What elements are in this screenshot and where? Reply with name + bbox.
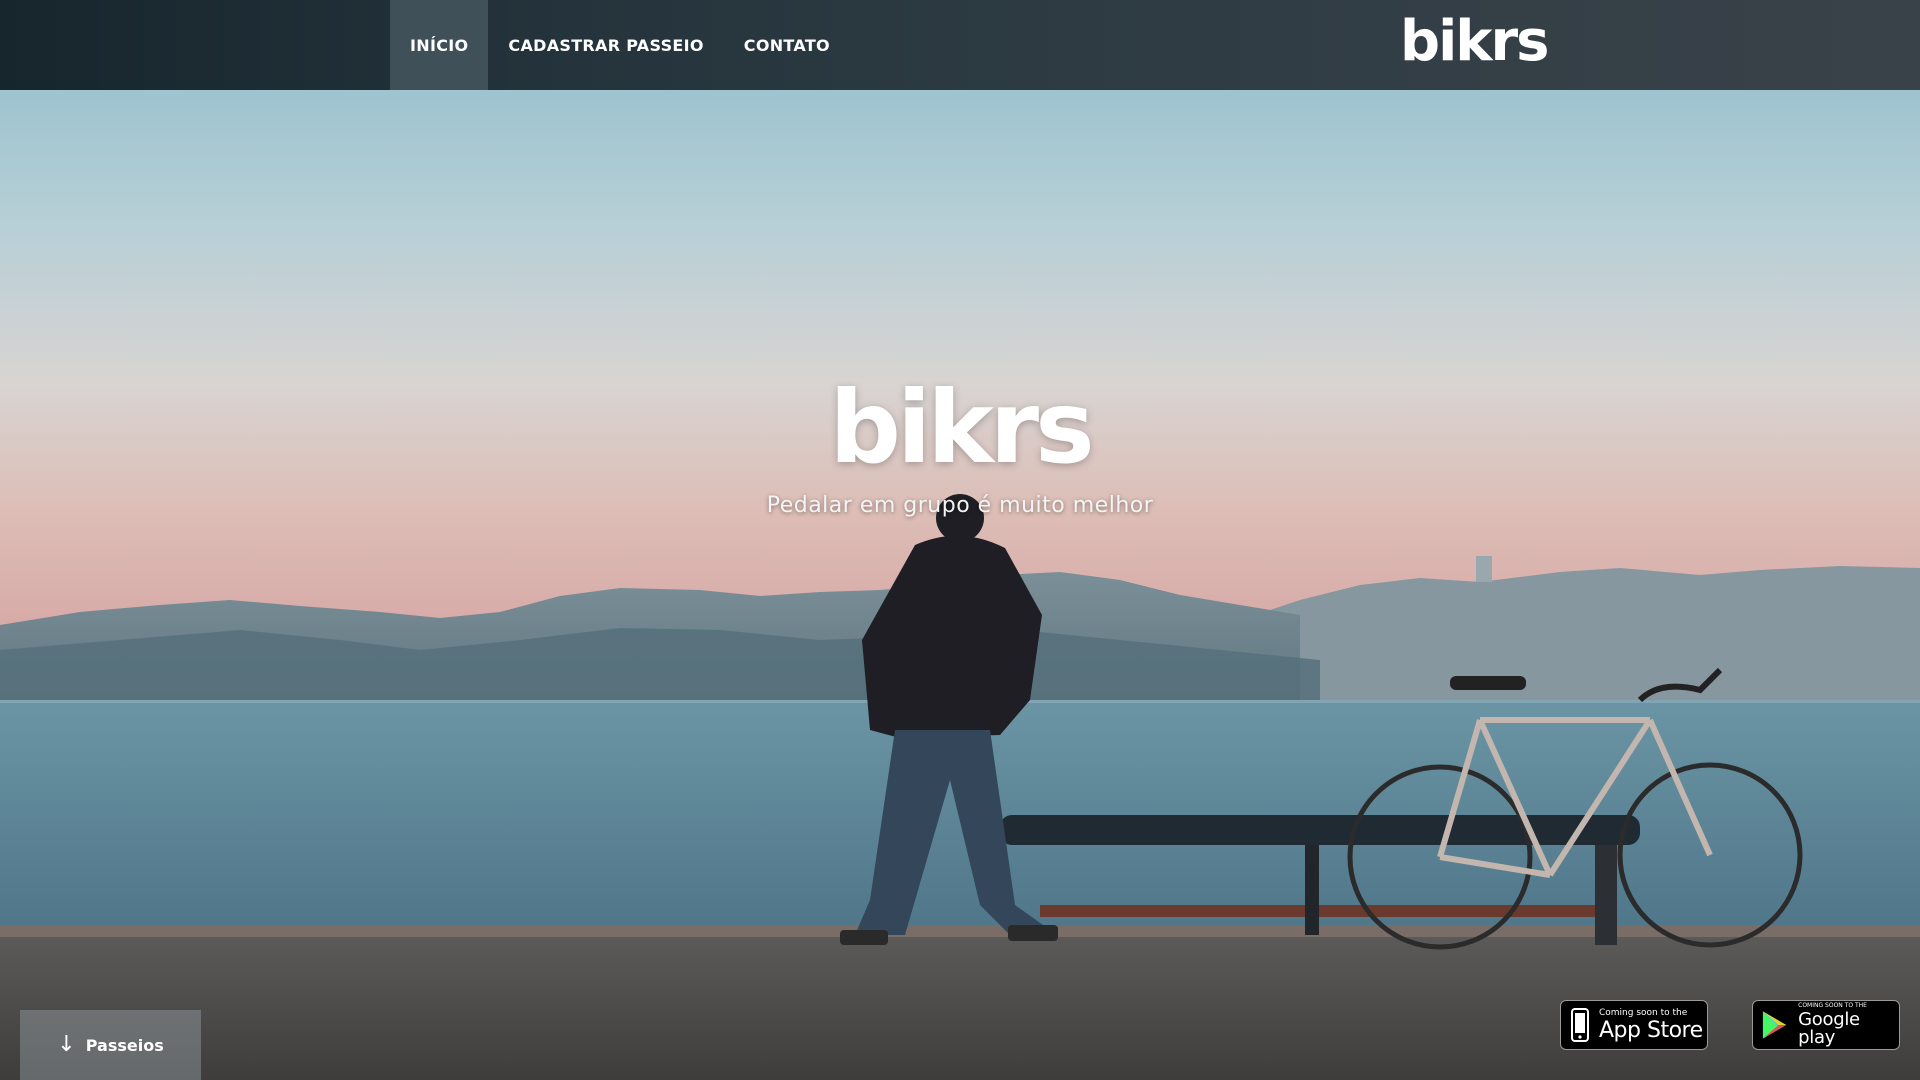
arrow-down-icon: ↓ (57, 1032, 76, 1057)
hero-tagline: Pedalar em grupo é muito melhor (766, 493, 1154, 518)
passeios-button[interactable]: ↓ Passeios (20, 1010, 201, 1080)
google-play-badge[interactable]: COMING SOON TO THE Google play (1752, 1000, 1900, 1050)
app-store-badge[interactable]: Coming soon to the App Store (1560, 1000, 1708, 1050)
brand-logo[interactable]: bikrs (1400, 14, 1549, 70)
play-triangle-icon (1762, 1011, 1787, 1039)
app-store-badge-big: App Store (1599, 1017, 1703, 1043)
nav-item-contato[interactable]: CONTATO (724, 0, 850, 90)
page: INÍCIO CADASTRAR PASSEIO CONTATO bikrs b… (0, 0, 1920, 1080)
phone-icon (1571, 1008, 1589, 1042)
top-navbar: INÍCIO CADASTRAR PASSEIO CONTATO bikrs (0, 0, 1920, 90)
app-store-badge-small: Coming soon to the (1599, 1007, 1688, 1018)
hero-title: bikrs (829, 369, 1094, 486)
nav-item-inicio[interactable]: INÍCIO (390, 0, 489, 90)
main-nav: INÍCIO CADASTRAR PASSEIO CONTATO (390, 0, 850, 90)
passeios-button-label: Passeios (85, 1035, 164, 1055)
google-play-badge-big: Google play (1798, 1009, 1860, 1048)
hero-background-image (0, 0, 1920, 1080)
nav-item-cadastrar-passeio[interactable]: CADASTRAR PASSEIO (488, 0, 723, 90)
